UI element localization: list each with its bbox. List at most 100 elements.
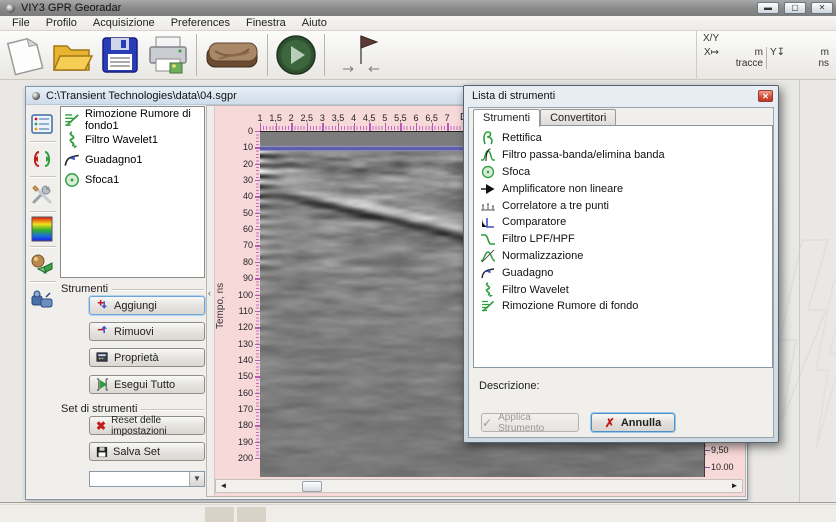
distance-tick-mark [260,123,261,131]
combobox-value [90,472,189,486]
reset-impostazioni-button[interactable]: ✖ Reset delle impostazioni [89,416,205,435]
nonlinear-amplifier-icon [480,181,496,197]
tool-item-lpf-hpf[interactable]: Filtro LPF/HPF [476,231,770,248]
taskbar-button[interactable] [205,507,234,522]
tool-item-normalizzazione[interactable]: Normalizzazione [476,248,770,265]
strumenti-group-label: Strumenti [61,283,204,295]
dialog-close-button[interactable]: ✕ [758,90,773,102]
chain-item-wavelet[interactable]: Filtro Wavelet1 [63,130,202,150]
processing-chain-list[interactable]: Rimozione Rumore di fondo1 Filtro Wavele… [60,106,205,278]
minimize-button[interactable]: ▬ [757,2,779,14]
flag-icon [333,33,389,77]
tool-item-rettifica[interactable]: Rettifica [476,130,770,147]
depth-tick-label: 10.00 [711,462,734,472]
marker-flag-button[interactable] [329,32,393,78]
chain-item-blur[interactable]: Sfoca1 [63,170,202,190]
normalization-icon [480,248,496,264]
menu-file[interactable]: File [4,17,38,29]
chain-item-label: Rimozione Rumore di fondo1 [85,108,202,132]
scroll-right-icon[interactable]: ► [727,480,742,492]
cancel-x-icon: ✗ [605,416,615,430]
tools-icon [31,183,53,205]
time-tick-label: 100 [217,290,253,300]
equipment-button[interactable] [29,286,55,312]
tool-item-passa-banda[interactable]: Filtro passa-banda/elimina banda [476,147,770,164]
tool-item-guadagno[interactable]: Guadagno [476,264,770,281]
chain-item-gain[interactable]: Guadagno1 [63,150,202,170]
tool-item-amplificatore[interactable]: Amplificatore non lineare [476,180,770,197]
properties-panel-button[interactable] [29,111,55,137]
chain-item-noise-removal[interactable]: Rimozione Rumore di fondo1 [63,110,202,130]
tool-set-combobox[interactable]: ▼ [89,471,205,487]
distance-tick-mark [432,123,433,131]
scrollbar-thumb[interactable] [302,481,322,492]
applica-strumento-button[interactable]: ✓ Applica Strumento [481,413,579,432]
x-axis-symbol: X↦ [704,47,719,69]
salva-set-button[interactable]: Salva Set [89,442,205,461]
settings-tools-button[interactable] [29,181,55,207]
time-tick-label: 20 [217,159,253,169]
menu-profilo[interactable]: Profilo [38,17,85,29]
new-file-icon [3,34,45,76]
noise-removal-icon [63,111,81,129]
toolbar-separator [267,34,268,76]
tool-item-rimozione-rumore[interactable]: Rimozione Rumore di fondo [476,298,770,315]
add-icon [96,299,109,312]
y-unit-m[interactable]: m [821,47,829,58]
menu-bar: File Profilo Acquisizione Preferences Fi… [0,16,836,31]
maximize-button[interactable]: ▢ [784,2,806,14]
combobox-dropdown-icon[interactable]: ▼ [189,472,204,486]
profile-window-title: C:\Transient Technologies\data\04.sgpr [46,90,237,102]
x-unit-tracce[interactable]: tracce [736,58,763,69]
tools-dialog: Lista di strumenti ✕ Strumenti Convertit… [463,85,779,443]
three-point-correlator-icon [480,198,496,214]
esegui-tutto-button[interactable]: Esegui Tutto [89,375,205,394]
colormap-button[interactable] [29,216,55,242]
mdi-client-area: C:\Transient Technologies\data\04.sgpr [0,80,836,502]
print-button[interactable] [144,32,192,78]
tab-strumenti[interactable]: Strumenti [473,109,540,127]
tool-item-wavelet[interactable]: Filtro Wavelet [476,281,770,298]
gpr-device-button[interactable] [201,32,263,78]
time-tick-label: 70 [217,240,253,250]
x-units-selector[interactable]: X↦ mtracce [701,47,766,69]
new-file-button[interactable] [0,32,48,78]
tool-list[interactable]: Rettifica Filtro passa-banda/elimina ban… [473,125,773,368]
tool-item-sfoca[interactable]: Sfoca [476,164,770,181]
view-3d-button[interactable] [29,251,55,277]
menu-finestra[interactable]: Finestra [238,17,294,29]
panel-splitter[interactable]: ‹ [207,106,215,496]
menu-preferences[interactable]: Preferences [163,17,238,29]
annulla-button[interactable]: ✗ Annulla [591,413,675,432]
time-tick-label: 180 [217,420,253,430]
title-bar: VIY3 GPR Georadar ▬ ▢ ✕ [0,0,836,16]
rimuovi-button[interactable]: Rimuovi [89,322,205,341]
open-file-button[interactable] [48,32,96,78]
x-unit-m[interactable]: m [755,47,763,58]
y-unit-ns[interactable]: ns [818,58,829,69]
tool-item-comparatore[interactable]: Comparatore [476,214,770,231]
horizontal-scrollbar[interactable]: ◄ ► [215,479,743,493]
menu-acquisizione[interactable]: Acquisizione [85,17,163,29]
converters-button[interactable] [29,146,55,172]
y-units-selector[interactable]: Y↧ mns [766,47,832,69]
tool-item-correlatore[interactable]: Correlatore a tre punti [476,197,770,214]
play-icon [275,34,317,76]
time-tick-label: 190 [217,437,253,447]
dialog-titlebar[interactable]: Lista di strumenti ✕ [464,86,778,106]
taskbar-button[interactable] [237,507,266,522]
print-icon [146,33,190,77]
aggiungi-button[interactable]: Aggiungi [89,296,205,315]
run-all-icon [96,378,109,391]
time-tick-label: 80 [217,257,253,267]
menu-aiuto[interactable]: Aiuto [294,17,335,29]
play-button[interactable] [272,32,320,78]
profile-window-icon [32,92,40,100]
save-button[interactable] [96,32,144,78]
proprieta-button[interactable]: Proprietà [89,348,205,367]
close-button[interactable]: ✕ [811,2,833,14]
taskbar [0,504,836,522]
time-tick-label: 170 [217,404,253,414]
time-tick-label: 150 [217,371,253,381]
scroll-left-icon[interactable]: ◄ [216,480,231,492]
